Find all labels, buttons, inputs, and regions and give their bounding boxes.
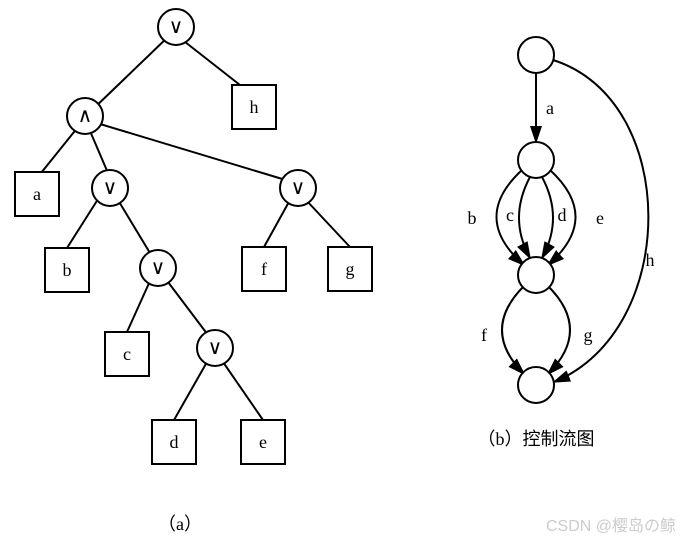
leaf-label-g: g — [346, 259, 355, 279]
tree-edge — [174, 362, 207, 420]
leaf-label-b: b — [63, 260, 72, 280]
tree-edge — [118, 200, 153, 258]
flow-edge-c — [519, 177, 530, 258]
flow-edge-f — [502, 286, 524, 374]
op-label-and: ∧ — [78, 105, 93, 127]
flow-label-c: c — [506, 205, 514, 225]
flow-node-2 — [518, 142, 554, 178]
flow-node-3 — [518, 257, 554, 293]
tree-edge — [90, 131, 108, 173]
flow-label-g: g — [584, 325, 593, 345]
flow-edge-d — [542, 177, 553, 258]
op-label-or-mid: ∨ — [103, 177, 118, 199]
op-label-or-right: ∨ — [291, 177, 306, 199]
leaf-label-f: f — [261, 259, 267, 279]
tree-edge — [100, 124, 289, 181]
flow-label-d: d — [558, 205, 567, 225]
tree-edge — [306, 200, 350, 247]
flow-b: a b c d e f g h （b）控制流图 — [468, 37, 655, 449]
tree-edge — [168, 282, 208, 335]
flow-label-a: a — [546, 98, 554, 118]
tree-edge — [67, 196, 100, 248]
leaf-label-d: d — [170, 432, 179, 452]
tree-edge — [90, 35, 170, 112]
tree-edge — [37, 127, 78, 178]
tree-edge — [223, 362, 263, 420]
watermark: CSDN @樱岛の鲸 — [546, 512, 676, 536]
flow-node-1 — [518, 37, 554, 73]
flow-label-e: e — [596, 208, 604, 228]
diagram-canvas: ∨ ∧ h a ∨ ∨ b ∨ f g c ∨ — [0, 0, 686, 546]
leaf-label-e: e — [259, 432, 267, 452]
flow-node-4 — [518, 367, 554, 403]
tree-edge — [264, 200, 290, 247]
caption-b: （b）控制流图 — [478, 429, 595, 449]
op-label-root: ∨ — [169, 16, 184, 38]
flow-label-b: b — [468, 208, 477, 228]
leaf-label-a: a — [33, 184, 41, 204]
flow-label-f: f — [481, 325, 487, 345]
tree-a: ∨ ∧ h a ∨ ∨ b ∨ f g c ∨ — [15, 9, 372, 534]
op-label-or-bc: ∨ — [151, 257, 166, 279]
flow-edge-g — [548, 286, 570, 374]
caption-a: （a） — [158, 514, 202, 534]
leaf-label-c: c — [123, 344, 131, 364]
op-label-or-de: ∨ — [208, 337, 223, 359]
leaf-label-h: h — [250, 97, 259, 117]
tree-edge — [127, 281, 150, 332]
flow-label-h: h — [646, 250, 655, 270]
